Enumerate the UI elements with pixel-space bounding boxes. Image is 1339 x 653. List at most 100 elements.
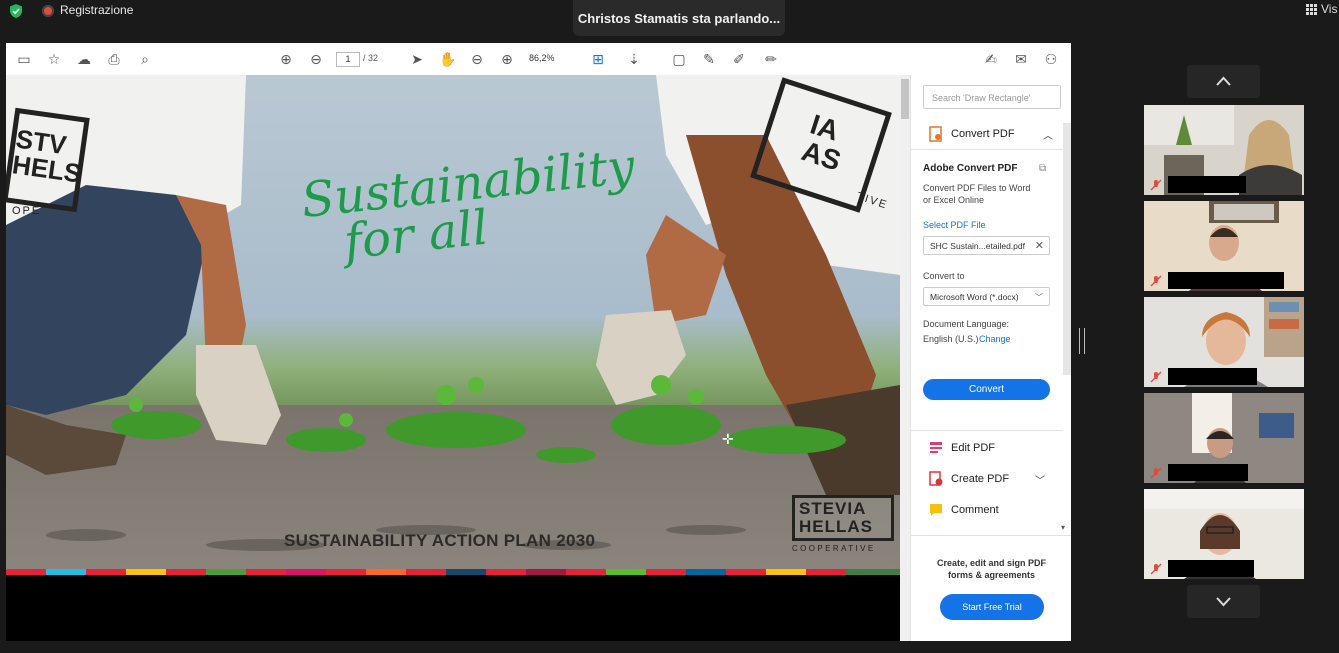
gallery-scroll-up[interactable] bbox=[1187, 65, 1260, 98]
promo-line2: forms & agreements bbox=[947, 570, 1036, 580]
name-redaction-5 bbox=[1168, 560, 1254, 577]
page-down-icon[interactable]: ⊖ bbox=[308, 51, 324, 67]
acrobat-toolbar: ▭ ☆ ☁ ⎙ ⌕ ⊕ ⊖ 1 / 32 ➤ ✋ ⊖ ⊕ 86,2% ⊞ ⇣ ▢… bbox=[6, 43, 1071, 76]
plan-title: SUSTAINABILITY ACTION PLAN 2030 bbox=[284, 531, 596, 550]
adobe-convert-title: Adobe Convert PDF bbox=[923, 163, 1018, 174]
page-total: / 32 bbox=[363, 53, 379, 63]
view-label: Vis bbox=[1321, 2, 1338, 16]
tools-panel: Search 'Draw Rectangle' Convert PDF ︿ Ad… bbox=[910, 75, 1071, 641]
edit-pencil-icon[interactable]: ✏ bbox=[763, 51, 779, 67]
collapse-chevron-icon[interactable]: ︿ bbox=[1043, 127, 1053, 142]
tool-edit-pdf[interactable]: Edit PDF bbox=[929, 438, 995, 458]
select-pdf-link[interactable]: Select PDF File bbox=[923, 220, 986, 230]
stevia-hellas-logo: STEVIA HELLAS COOPERATIVE bbox=[792, 495, 894, 553]
promo-line1: Create, edit and sign PDF bbox=[936, 558, 1047, 568]
save-icon[interactable]: ▭ bbox=[16, 51, 32, 67]
active-speaker-banner: Christos Stamatis sta parlando... bbox=[573, 0, 785, 36]
convert-pdf-icon bbox=[929, 126, 942, 142]
draw-icon[interactable]: ✐ bbox=[731, 51, 747, 67]
gallery-scroll-down[interactable] bbox=[1187, 585, 1260, 618]
convert-button[interactable]: Convert bbox=[923, 379, 1050, 400]
tool-create-pdf[interactable]: Create PDF bbox=[929, 469, 1009, 489]
doc-lang-label: Document Language: bbox=[923, 319, 1010, 329]
logo-line2: HELLAS bbox=[799, 517, 873, 536]
convert-to-label: Convert to bbox=[923, 271, 965, 281]
bookmark-star-icon[interactable]: ☆ bbox=[46, 51, 62, 67]
slide-photo bbox=[6, 75, 900, 609]
participant-tile-5[interactable] bbox=[1144, 489, 1304, 579]
security-shield-icon[interactable] bbox=[8, 3, 24, 19]
adobe-desc-line2: or Excel Online bbox=[923, 195, 985, 205]
page-up-icon[interactable]: ⊕ bbox=[278, 51, 294, 67]
expand-chevron-icon[interactable]: ﹀ bbox=[1035, 472, 1045, 487]
mail-icon[interactable]: ✉ bbox=[1013, 51, 1029, 67]
format-value: Microsoft Word (*.docx) bbox=[930, 292, 1019, 302]
print-icon[interactable]: ⎙ bbox=[106, 51, 122, 67]
slide-script-title: Sustainability for all bbox=[299, 138, 637, 270]
convert-pdf-header[interactable]: Convert PDF bbox=[929, 124, 1015, 144]
zoom-out-icon[interactable]: ⊖ bbox=[469, 51, 485, 67]
recording-label[interactable]: Registrazione bbox=[60, 3, 133, 17]
upload-cloud-icon[interactable]: ☁ bbox=[76, 51, 92, 67]
muted-mic-icon bbox=[1150, 179, 1162, 191]
format-select[interactable]: Microsoft Word (*.docx) ﹀ bbox=[923, 287, 1050, 306]
selected-file-field[interactable]: SHC Sustain...etailed.pdf ✕ bbox=[923, 236, 1050, 255]
participant-tile-4[interactable] bbox=[1144, 393, 1304, 483]
edit-pdf-icon bbox=[930, 442, 942, 453]
copy-icon[interactable]: ⧉ bbox=[1039, 163, 1046, 174]
convert-pdf-label: Convert PDF bbox=[951, 128, 1015, 140]
recording-icon bbox=[42, 5, 54, 17]
muted-mic-icon bbox=[1150, 371, 1162, 383]
create-pdf-icon bbox=[929, 471, 943, 486]
change-lang-link[interactable]: Change bbox=[979, 334, 1011, 344]
start-free-trial-button[interactable]: Start Free Trial bbox=[940, 594, 1044, 620]
view-button[interactable]: Vis bbox=[1306, 2, 1337, 16]
tool-comment[interactable]: Comment bbox=[929, 500, 999, 520]
name-redaction-1 bbox=[1168, 176, 1246, 193]
tool-comment-label: Comment bbox=[951, 504, 999, 516]
fit-page-icon[interactable]: ⊞ bbox=[590, 51, 606, 67]
slide-page: STV HELS OPE IA AS TIVE Sustainability f… bbox=[6, 75, 900, 609]
logo-line1: STEVIA bbox=[799, 499, 867, 518]
highlight-pen-icon[interactable]: ✎ bbox=[701, 51, 717, 67]
doc-lang-value: English (U.S.) bbox=[923, 334, 979, 344]
logo-sub: COOPERATIVE bbox=[792, 544, 876, 553]
tool-create-pdf-label: Create PDF bbox=[951, 473, 1010, 485]
name-redaction-4 bbox=[1168, 464, 1248, 481]
participant-tile-1[interactable] bbox=[1144, 105, 1304, 195]
name-redaction-3 bbox=[1168, 368, 1257, 385]
select-pointer-icon[interactable]: ➤ bbox=[409, 51, 425, 67]
shirt-print-left: STV HELS bbox=[10, 123, 84, 189]
panel-divider-3 bbox=[911, 535, 1071, 536]
shirt-print-left-bottom: OPE bbox=[12, 205, 42, 217]
zoom-level[interactable]: 86,2% bbox=[529, 53, 555, 63]
panel-scroll-down-icon[interactable]: ▾ bbox=[1061, 523, 1065, 532]
chevron-down-icon: ﹀ bbox=[1035, 293, 1043, 302]
remove-file-icon[interactable]: ✕ bbox=[1035, 237, 1044, 256]
chevron-down-icon bbox=[1216, 597, 1231, 607]
adobe-desc-line1: Convert PDF Files to Word bbox=[923, 183, 1031, 193]
muted-mic-icon bbox=[1150, 563, 1162, 575]
panel-scrollbar[interactable] bbox=[1063, 123, 1071, 375]
participant-tile-2[interactable] bbox=[1144, 201, 1304, 291]
tools-search-input[interactable]: Search 'Draw Rectangle' bbox=[923, 85, 1061, 109]
muted-mic-icon bbox=[1150, 467, 1162, 479]
grid-icon bbox=[1306, 3, 1317, 15]
participant-tile-3[interactable] bbox=[1144, 297, 1304, 387]
zoom-in-icon[interactable]: ⊕ bbox=[499, 51, 515, 67]
tool-edit-pdf-label: Edit PDF bbox=[951, 442, 996, 454]
comment-icon[interactable]: ▢ bbox=[671, 51, 687, 67]
hand-tool-icon[interactable]: ✋ bbox=[439, 51, 456, 67]
search-icon[interactable]: ⌕ bbox=[137, 51, 153, 67]
page-number-input[interactable]: 1 bbox=[336, 52, 360, 67]
panel-divider bbox=[911, 149, 1063, 150]
sign-icon[interactable]: ✍ bbox=[983, 51, 999, 67]
scroll-mode-icon[interactable]: ⇣ bbox=[626, 51, 642, 67]
active-speaker-text: Christos Stamatis sta parlando... bbox=[577, 10, 781, 26]
chevron-up-icon bbox=[1216, 76, 1231, 86]
name-redaction-2 bbox=[1168, 272, 1284, 289]
add-user-icon[interactable]: ⚇ bbox=[1043, 51, 1059, 67]
document-scrollbar[interactable] bbox=[900, 75, 910, 641]
comment-icon bbox=[930, 504, 942, 516]
panel-resize-handle[interactable] bbox=[1079, 328, 1085, 354]
